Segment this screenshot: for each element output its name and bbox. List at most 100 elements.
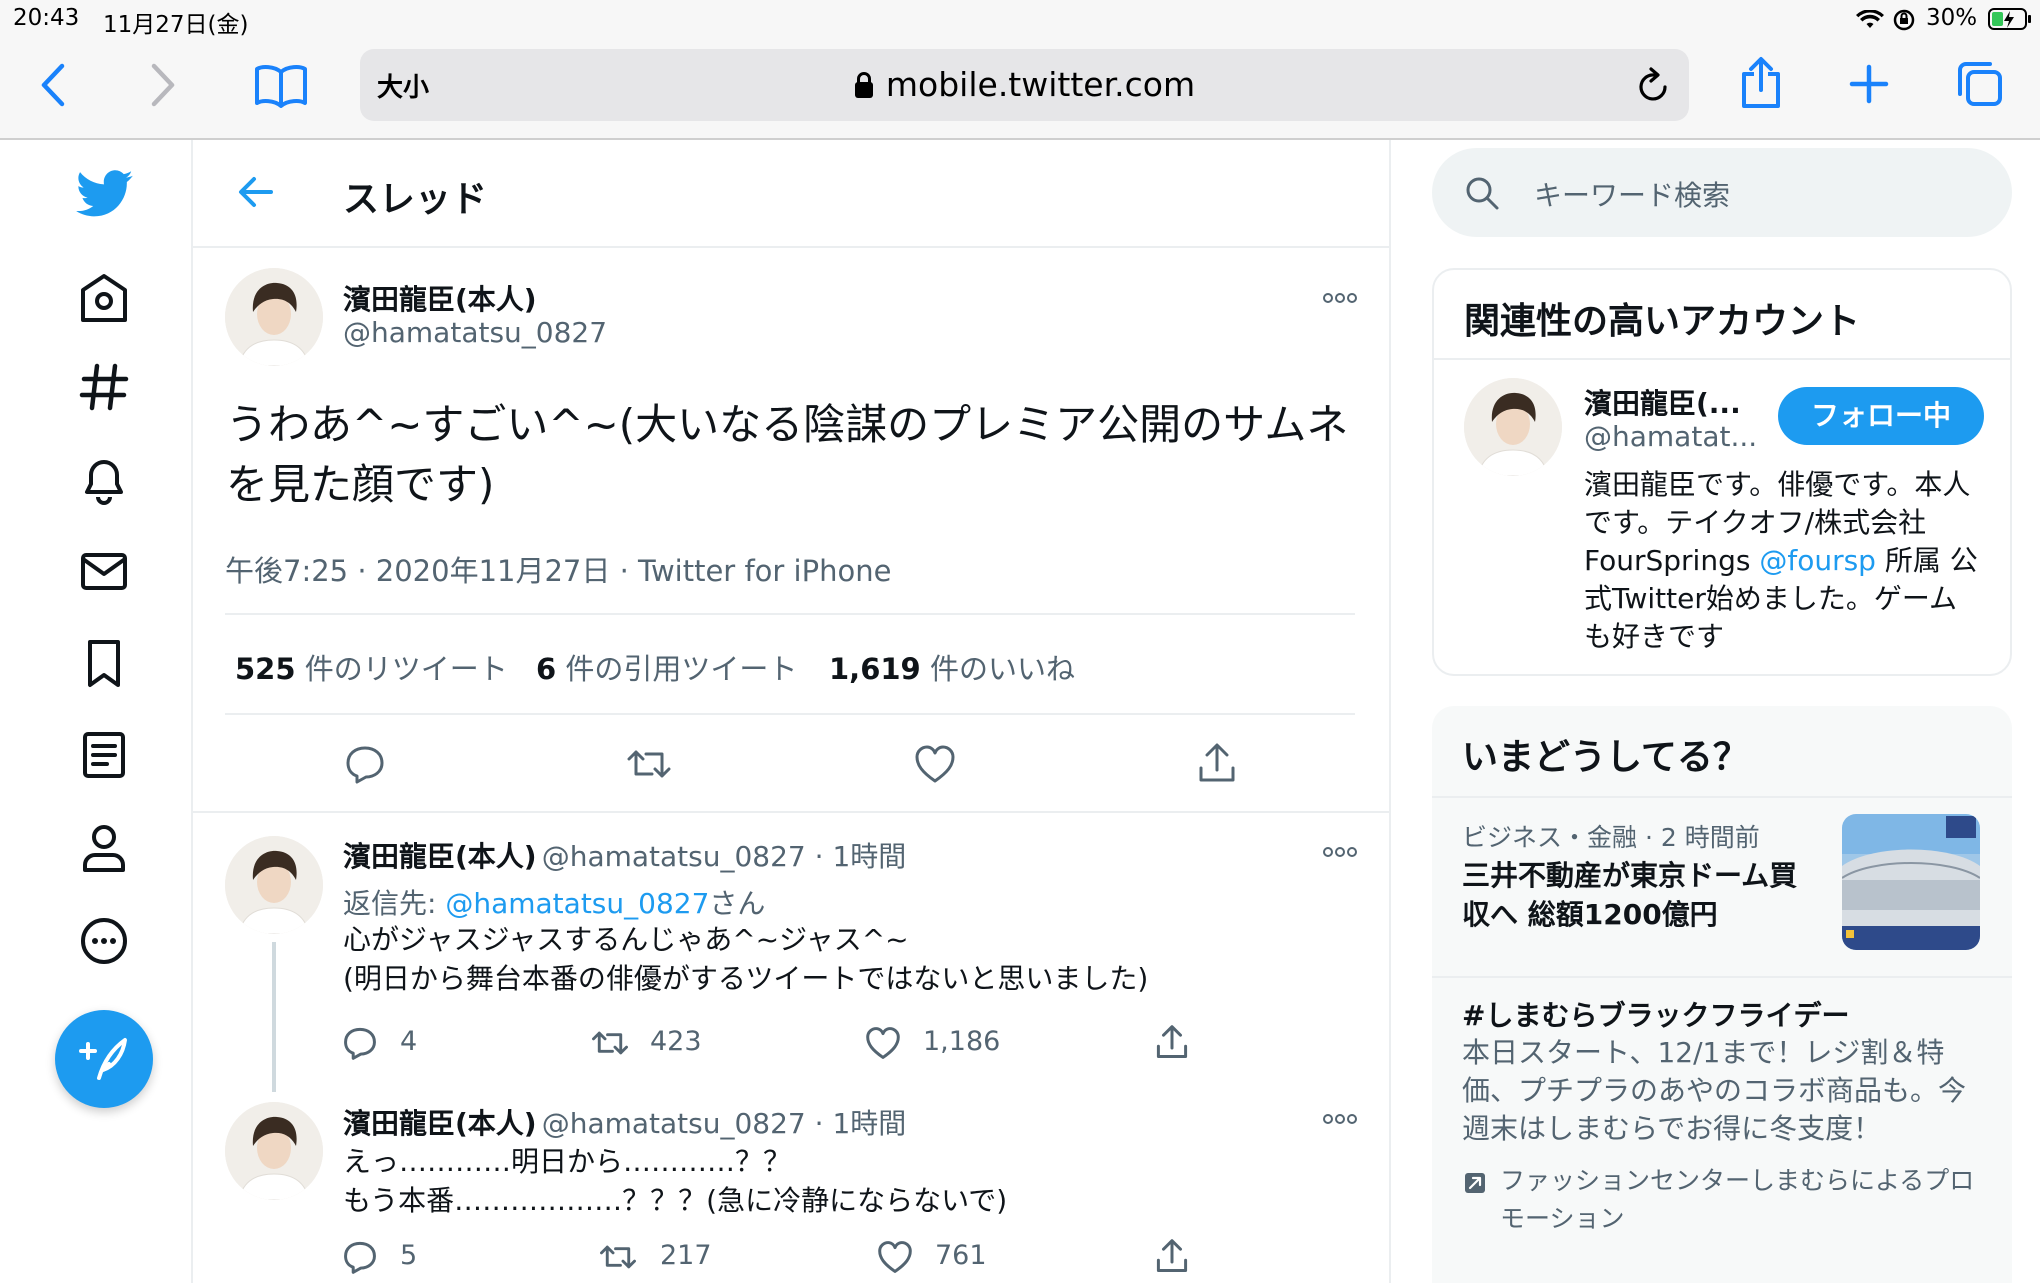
reply-header: 濱田龍臣(本人) @hamatatsu_0827 · 1時間 (343, 1102, 906, 1142)
trend-description: 本日スタート、12/1まで！レジ割＆特 価、プチプラのあやのコラボ商品も。今 週… (1462, 1036, 1967, 1145)
reply-count: 4 (400, 1026, 418, 1057)
more-options-icon[interactable] (1323, 1114, 1357, 1124)
share-tweet-icon[interactable] (1197, 742, 1237, 784)
reply-header: 濱田龍臣(本人) @hamatatsu_0827 · 1時間 (343, 835, 906, 875)
reply-text: 心がジャスジャスするんじゃあ^~ジャス^~ (明日から舞台本番の俳優がするツイー… (343, 923, 1149, 995)
thread-header: スレッド (193, 140, 1391, 248)
avatar[interactable] (225, 836, 323, 934)
trends-panel: いまどうしてる？ ビジネス・金融 · 2 時間前 三井不動産が東京ドーム買 収へ… (1432, 706, 2012, 1283)
new-tab-plus-icon[interactable] (1849, 64, 1889, 104)
reply-icon[interactable] (343, 1240, 377, 1274)
address-bar[interactable]: 大小 mobile.twitter.com (360, 49, 1689, 121)
divider (1434, 358, 2010, 360)
avatar[interactable] (225, 1102, 323, 1200)
tabs-overview-icon[interactable] (1956, 60, 2004, 108)
likes-stat[interactable]: 1,619 件のいいね (829, 646, 1075, 688)
bio-mention-link[interactable]: @foursp (1759, 544, 1876, 577)
twitter-bird-logo-icon[interactable] (76, 170, 134, 218)
search-placeholder[interactable]: キーワード検索 (1534, 174, 1730, 214)
panel-title: 関連性の高いアカウント (1464, 301, 1861, 342)
quotes-stat[interactable]: 6 件の引用ツイート (536, 646, 797, 688)
promoted-by: ファッションセンターしまむらによるプロ モーション (1500, 1166, 1975, 1233)
reload-icon[interactable] (1637, 67, 1671, 103)
orientation-lock-icon (1893, 9, 1915, 31)
trend-title: #しまむらブラックフライデー (1462, 999, 1850, 1032)
replying-to: 返信先: @hamatatsu_0827さん (343, 887, 766, 920)
status-time: 20:43 (13, 5, 80, 31)
reply-handle-time[interactable]: @hamatatsu_0827 · 1時間 (542, 840, 907, 873)
twitter-left-nav (0, 140, 193, 1283)
notifications-bell-icon[interactable] (75, 450, 133, 508)
forward-chevron-icon[interactable] (148, 62, 178, 108)
reply-author-name[interactable]: 濱田龍臣(本人) (343, 1107, 537, 1140)
like-count: 761 (935, 1240, 987, 1271)
more-options-icon[interactable] (1323, 293, 1357, 303)
reply-text: えっ…………明日から…………？？ もう本番………………？？？(急に冷静にならない… (343, 1145, 1008, 1217)
divider (225, 613, 1355, 615)
tweet-text: うわあ^~すごい^~(大いなる陰謀のプレミア公開のサムネ を見た顔です) (226, 395, 1356, 515)
retweet-count: 423 (650, 1026, 702, 1057)
back-arrow-icon[interactable] (237, 174, 275, 210)
share-tweet-icon[interactable] (1155, 1238, 1189, 1274)
search-box[interactable]: キーワード検索 (1432, 148, 2012, 237)
like-heart-icon[interactable] (877, 1240, 913, 1274)
avatar-portrait-icon (225, 836, 323, 934)
share-tweet-icon[interactable] (1155, 1024, 1189, 1060)
profile-icon[interactable] (75, 818, 133, 876)
share-icon[interactable] (1740, 56, 1782, 110)
who-to-follow-panel: 関連性の高いアカウント 濱田龍臣(... @hamatat... フォロー中 濱… (1432, 268, 2012, 676)
reply-author-name[interactable]: 濱田龍臣(本人) (343, 840, 537, 873)
avatar[interactable] (1464, 378, 1562, 476)
avatar-portrait-icon (225, 268, 323, 366)
replying-to-link[interactable]: @hamatatsu_0827 (445, 887, 709, 920)
retweet-icon[interactable] (599, 1240, 637, 1274)
compose-tweet-button[interactable] (55, 1010, 153, 1108)
reply-icon[interactable] (343, 1026, 377, 1060)
trend-item[interactable]: ビジネス・金融 · 2 時間前 三井不動産が東京ドーム買 収へ 総額1200億円 (1432, 798, 2012, 968)
page-title: スレッド (343, 179, 488, 220)
retweet-icon[interactable] (591, 1026, 629, 1060)
bookmarks-icon[interactable] (75, 634, 133, 692)
bookmarks-book-icon[interactable] (254, 62, 308, 108)
promoted-arrow-icon (1465, 1173, 1485, 1193)
divider (225, 713, 1355, 715)
wifi-icon (1856, 10, 1884, 28)
avatar-portrait-icon (1464, 378, 1562, 476)
feather-plus-icon (79, 1038, 127, 1080)
avatar[interactable] (225, 268, 323, 366)
thread-connector-line (272, 942, 276, 1092)
back-chevron-icon[interactable] (38, 62, 68, 108)
trend-title: 三井不動産が東京ドーム買 収へ 総額1200億円 (1462, 859, 1798, 931)
following-button[interactable]: フォロー中 (1778, 387, 1984, 445)
trend-item[interactable]: #しまむらブラックフライデー 本日スタート、12/1まで！レジ割＆特 価、プチプ… (1432, 978, 2012, 1278)
main-column: スレッド 濱田龍臣(本人) @hamatatsu_0827 うわあ^~すごい^~… (193, 140, 1391, 1283)
more-options-icon[interactable] (1323, 847, 1357, 857)
lists-icon[interactable] (75, 726, 133, 784)
retweets-stat[interactable]: 525 件のリツイート (235, 646, 508, 688)
author-name[interactable]: 濱田龍臣(本人) (343, 278, 537, 318)
more-circle-icon[interactable] (75, 912, 133, 970)
like-count: 1,186 (923, 1026, 1001, 1057)
battery-percent: 30% (1926, 5, 1978, 31)
account-name[interactable]: 濱田龍臣(... (1584, 382, 1741, 422)
url-display[interactable]: mobile.twitter.com (360, 65, 1689, 104)
divider (193, 811, 1391, 813)
trend-meta: ビジネス・金融 · 2 時間前 (1462, 823, 1760, 852)
explore-hashtag-icon[interactable] (75, 358, 133, 416)
like-heart-icon[interactable] (865, 1026, 901, 1060)
author-handle[interactable]: @hamatatsu_0827 (343, 316, 607, 349)
tweet-text-line: うわあ^~すごい^~(大いなる陰謀のプレミア公開のサムネ (226, 400, 1349, 449)
like-heart-icon[interactable] (914, 744, 956, 784)
status-bar: 20:43 11月27日(金) 30% (0, 0, 2040, 38)
reply-handle-time[interactable]: @hamatatsu_0827 · 1時間 (542, 1107, 907, 1140)
reply-icon[interactable] (345, 744, 385, 784)
messages-envelope-icon[interactable] (75, 542, 133, 600)
lock-icon (854, 71, 874, 99)
account-handle[interactable]: @hamatat... (1584, 420, 1757, 453)
retweet-icon[interactable] (626, 744, 672, 784)
search-icon (1466, 177, 1499, 210)
url-text: mobile.twitter.com (885, 65, 1196, 104)
tweet-timestamp[interactable]: 午後7:25 · 2020年11月27日 · Twitter for iPhon… (225, 548, 891, 590)
account-bio: 濱田龍臣です。俳優です。本人 です。テイクオフ/株式会社 FourSprings… (1584, 468, 1978, 653)
home-icon[interactable] (75, 268, 133, 326)
